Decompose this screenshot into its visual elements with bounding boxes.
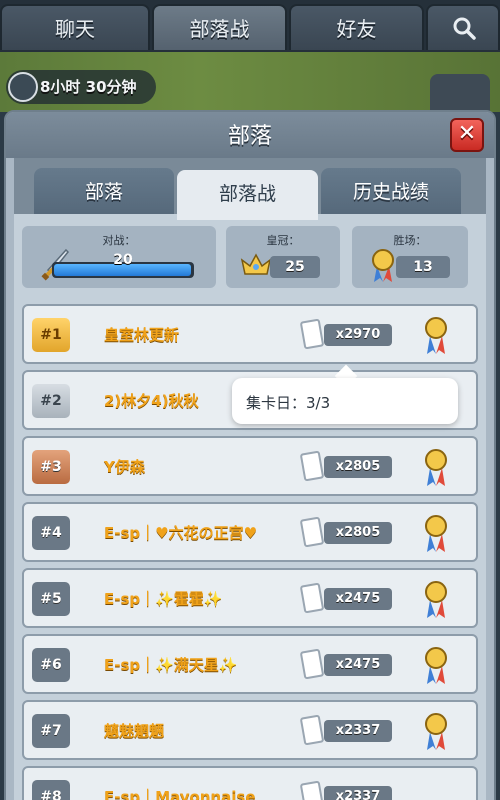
- medal-icon: [425, 515, 447, 552]
- rank-badge: #1: [32, 318, 70, 352]
- panel-title: 部落: [227, 124, 272, 149]
- tab-clan-war[interactable]: 部落战: [152, 4, 287, 50]
- medal-icon: [425, 581, 447, 618]
- player-name: 皇室林更新: [104, 326, 180, 344]
- rank-badge: #5: [32, 582, 70, 616]
- battle-label: 对战：: [102, 234, 136, 247]
- leaderboard-row[interactable]: #1 皇室林更新 x2970: [22, 304, 478, 364]
- card-count: x2805: [324, 522, 392, 544]
- search-button[interactable]: [426, 4, 500, 50]
- card-icon: [299, 648, 325, 680]
- tab-chat[interactable]: 聊天: [0, 4, 150, 50]
- medal-icon: [425, 449, 447, 486]
- leaderboard-row[interactable]: #3 Y伊森 x2805: [22, 436, 478, 496]
- crown-value: 25: [270, 256, 320, 278]
- card-count: x2337: [324, 786, 392, 800]
- subtab-clan[interactable]: 部落: [34, 168, 174, 216]
- timer-text: 8小时 30分钟: [40, 78, 137, 96]
- subtab-clan-war[interactable]: 部落战: [177, 170, 318, 220]
- rank-badge: #4: [32, 516, 70, 550]
- card-count: x2475: [324, 654, 392, 676]
- card-count: x2475: [324, 588, 392, 610]
- rank-badge: #3: [32, 450, 70, 484]
- rank-badge: #2: [32, 384, 70, 418]
- leaderboard-row[interactable]: #7 魑魅魍魉 x2337: [22, 700, 478, 760]
- rank-badge: #7: [32, 714, 70, 748]
- card-icon: [299, 714, 325, 746]
- card-icon: [299, 516, 325, 548]
- subtab-history[interactable]: 历史战绩: [321, 168, 461, 216]
- leaderboard-row[interactable]: #8 E-sp｜Mayonnaise x2337: [22, 766, 478, 800]
- card-count: x2805: [324, 456, 392, 478]
- medal-icon: [425, 713, 447, 750]
- search-icon: [453, 17, 476, 40]
- player-name: E-sp｜✨满天星✨: [104, 656, 238, 674]
- leaderboard-row[interactable]: #4 E-sp｜♥六花の正宫♥ x2805: [22, 502, 478, 562]
- player-name: E-sp｜✨霍霍✨: [104, 590, 223, 608]
- player-name: E-sp｜♥六花の正宫♥: [104, 524, 258, 542]
- wins-value: 13: [396, 256, 450, 278]
- crown-label: 皇冠：: [266, 234, 300, 247]
- player-name: 2)林夕4)秋秋: [104, 392, 199, 410]
- close-button[interactable]: ✕: [450, 118, 484, 152]
- player-name: Y伊森: [104, 458, 145, 476]
- card-count: x2970: [324, 324, 392, 346]
- card-icon: [299, 582, 325, 614]
- leaderboard-row[interactable]: #6 E-sp｜✨满天星✨ x2475: [22, 634, 478, 694]
- card-icon: [299, 450, 325, 482]
- card-count: x2337: [324, 720, 392, 742]
- player-name: 魑魅魍魉: [104, 722, 165, 740]
- medal-icon: [372, 249, 394, 282]
- medal-icon: [425, 647, 447, 684]
- tooltip-text: 集卡日：3/3: [246, 394, 331, 412]
- battle-value: 20: [113, 252, 133, 268]
- wins-label: 胜场：: [393, 234, 427, 247]
- leaderboard-row[interactable]: #5 E-sp｜✨霍霍✨ x2475: [22, 568, 478, 628]
- rank-badge: #8: [32, 780, 70, 800]
- tab-friends[interactable]: 好友: [289, 4, 424, 50]
- player-name: E-sp｜Mayonnaise: [104, 788, 256, 800]
- rank-badge: #6: [32, 648, 70, 682]
- card-icon: [299, 318, 325, 350]
- card-icon: [299, 780, 325, 800]
- medal-icon: [425, 317, 447, 354]
- crown-icon: [240, 253, 272, 275]
- clock-icon: [8, 72, 38, 102]
